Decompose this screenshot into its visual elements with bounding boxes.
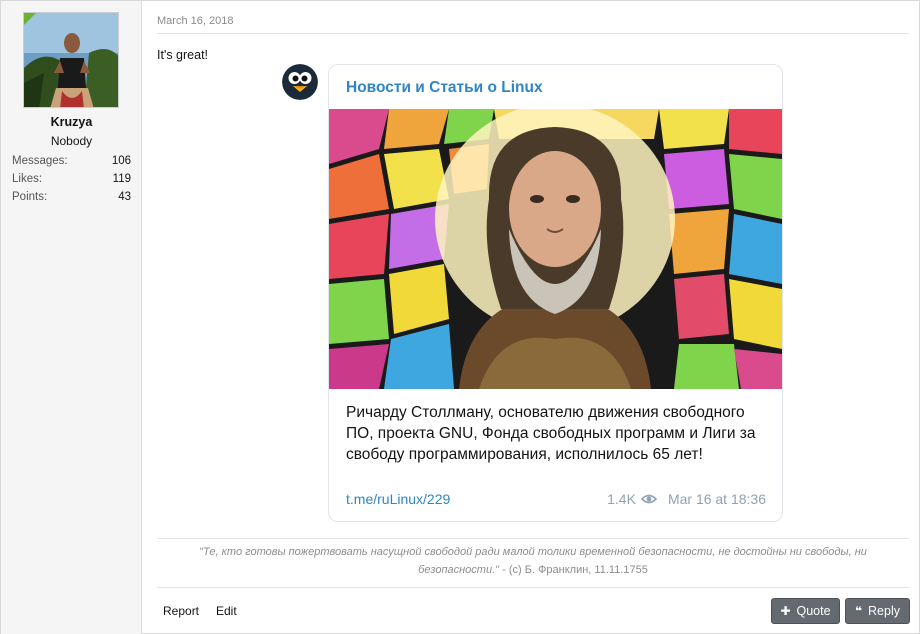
embed-text: Ричарду Столлману, основателю движения с… — [346, 404, 756, 463]
edit-link[interactable]: Edit — [216, 604, 237, 618]
eye-icon — [640, 494, 657, 504]
channel-name[interactable]: Новости и Статьи о Linux — [346, 79, 543, 97]
channel-avatar[interactable] — [282, 64, 318, 100]
user-title: Nobody — [50, 134, 93, 148]
plus-icon: ✚ — [780, 604, 791, 618]
embed-meta: 1.4K Mar 16 at 18:36 — [607, 491, 766, 507]
avatar-image — [24, 13, 118, 107]
stat-value[interactable]: 43 — [118, 191, 131, 203]
stained-glass-portrait-image — [329, 109, 782, 389]
divider — [157, 33, 909, 34]
quote-button-label: Quote — [796, 604, 831, 618]
stat-label: Likes: — [12, 173, 43, 185]
view-count: 1.4K — [607, 491, 636, 507]
stat-points: Points: 43 — [12, 191, 131, 203]
quote-button[interactable]: ✚ Quote — [771, 598, 840, 624]
user-sidebar: Kruzya Nobody Messages: 106 Likes: 119 P… — [1, 1, 142, 634]
online-indicator — [24, 13, 36, 25]
reply-button-label: Reply — [868, 604, 900, 618]
forum-post: Kruzya Nobody Messages: 106 Likes: 119 P… — [0, 0, 920, 634]
post-image[interactable] — [329, 109, 782, 389]
report-link[interactable]: Report — [163, 604, 199, 618]
footer-divider — [157, 587, 909, 588]
stat-likes: Likes: 119 — [12, 173, 131, 185]
username[interactable]: Kruzya — [1, 115, 142, 129]
penguin-icon — [282, 64, 318, 100]
signature-attribution: - (с) Б. Франклин, 11.11.1755 — [499, 564, 648, 576]
embed-time[interactable]: Mar 16 at 18:36 — [668, 491, 766, 507]
stat-label: Points: — [12, 191, 48, 203]
signature: "Те, кто готовы пожертвовать насущной св… — [171, 543, 895, 579]
user-avatar[interactable] — [23, 12, 119, 108]
post-date[interactable]: March 16, 2018 — [157, 15, 233, 27]
embed-link[interactable]: t.me/ruLinux/229 — [346, 491, 450, 507]
reply-button[interactable]: ❝ Reply — [845, 598, 910, 624]
signature-divider — [157, 538, 909, 539]
quote-marks-icon: ❝ — [854, 604, 863, 618]
stat-label: Messages: — [12, 155, 68, 167]
stat-value: 119 — [112, 173, 131, 185]
telegram-embed: Новости и Статьи о Linux Ричарду Столлма… — [328, 64, 783, 522]
stat-value[interactable]: 106 — [112, 155, 131, 167]
stat-messages: Messages: 106 — [12, 155, 131, 167]
post-message: It's great! — [157, 48, 209, 62]
